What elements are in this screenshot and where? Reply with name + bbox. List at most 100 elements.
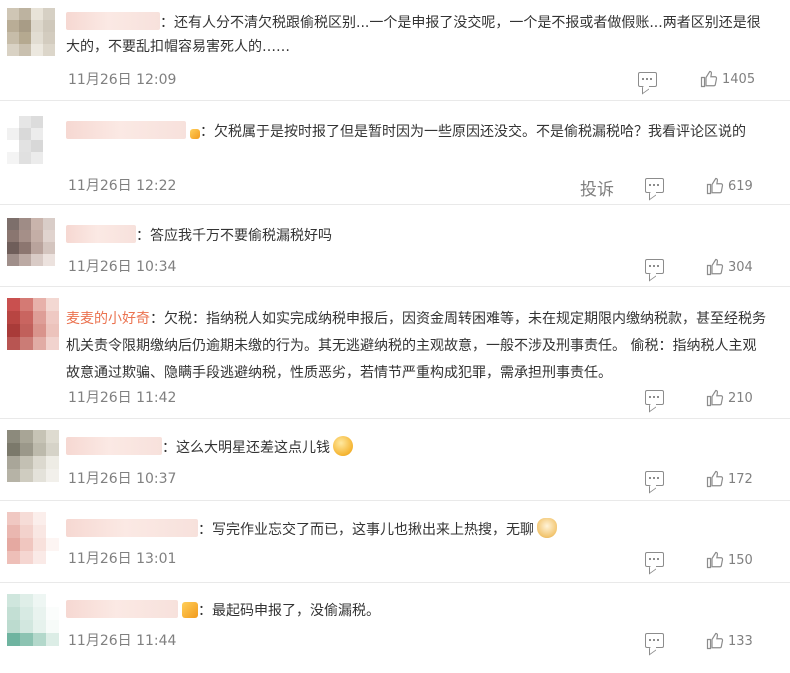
avatar[interactable] (7, 430, 59, 482)
avatar-mosaic-cell (7, 242, 19, 254)
thumbs-up-icon (706, 470, 724, 488)
comment-date: 11月26日 11:42 (68, 390, 177, 406)
like-button[interactable]: 172 (706, 470, 753, 488)
avatar-mosaic-cell (31, 8, 43, 20)
avatar-mosaic-cell (7, 32, 19, 44)
like-button[interactable]: 210 (706, 389, 753, 407)
like-count: 304 (728, 259, 753, 275)
avatar-mosaic-cell (7, 218, 19, 230)
reply-icon[interactable] (645, 390, 664, 405)
reply-icon[interactable] (645, 633, 664, 648)
username-blurred[interactable] (66, 519, 198, 537)
fan-badge-icon (190, 129, 200, 139)
username[interactable]: 麦麦的小好奇 (66, 311, 150, 327)
avatar-mosaic-cell (43, 254, 55, 266)
avatar[interactable] (7, 298, 59, 350)
like-button[interactable]: 133 (706, 632, 753, 650)
like-button[interactable]: 304 (706, 258, 753, 276)
avatar-mosaic-cell (46, 538, 59, 551)
avatar[interactable] (7, 512, 59, 564)
avatar-mosaic-cell (20, 620, 33, 633)
comment-text: ：欠税：指纳税人如实完成纳税申报后，因资金周转困难等，未在规定期限内缴纳税款，甚… (66, 311, 766, 381)
comment-body: ：最起码申报了，没偷漏税。 (66, 599, 770, 623)
like-button[interactable]: 619 (706, 177, 753, 195)
avatar-mosaic-cell (33, 456, 46, 469)
avatar-mosaic-cell (20, 525, 33, 538)
like-count: 210 (728, 390, 753, 406)
avatar-mosaic-cell (7, 8, 19, 20)
comment-date: 11月26日 12:22 (68, 178, 177, 194)
avatar-mosaic-cell (7, 152, 19, 164)
avatar-mosaic-cell (20, 551, 33, 564)
like-button[interactable]: 1405 (700, 70, 755, 88)
avatar-mosaic-cell (19, 140, 31, 152)
fan-badge-icon (182, 602, 198, 618)
comment-body: ：欠税属于是按时报了但是暂时因为一些原因还没交。不是偷税漏税哈？我看评论区说的 (66, 120, 770, 144)
thumbs-up-icon (706, 632, 724, 650)
thumbs-up-icon (706, 389, 724, 407)
avatar-mosaic-cell (33, 443, 46, 456)
avatar[interactable] (7, 116, 55, 164)
comment-date: 11月26日 10:37 (68, 471, 177, 487)
avatar[interactable] (7, 218, 55, 266)
avatar-mosaic-cell (46, 311, 59, 324)
reply-icon[interactable] (645, 178, 664, 193)
avatar-mosaic-cell (31, 230, 43, 242)
comment-text: ：这么大明星还差这点儿钱 (162, 440, 330, 456)
avatar-mosaic-cell (20, 469, 33, 482)
avatar-mosaic-cell (46, 512, 59, 525)
avatar-mosaic-cell (31, 140, 43, 152)
reply-icon[interactable] (645, 259, 664, 274)
comment-text: ：欠税属于是按时报了但是暂时因为一些原因还没交。不是偷税漏税哈？我看评论区说的 (200, 124, 746, 140)
avatar-mosaic-cell (19, 242, 31, 254)
avatar-mosaic-cell (46, 551, 59, 564)
comment-item: ：答应我千万不要偷税漏税好吗 11月26日 10:34 304 (0, 204, 790, 287)
doge-emoji-icon (537, 518, 557, 538)
username-blurred[interactable] (66, 121, 186, 139)
avatar-mosaic-cell (46, 525, 59, 538)
comment-date: 11月26日 11:44 (68, 633, 177, 649)
comment-item: ：最起码申报了，没偷漏税。 11月26日 11:44 133 (0, 582, 790, 673)
reply-icon[interactable] (645, 471, 664, 486)
username-blurred[interactable] (66, 600, 178, 618)
reply-icon[interactable] (638, 72, 657, 87)
comment-date: 11月26日 12:09 (68, 72, 177, 88)
avatar-mosaic-cell (33, 469, 46, 482)
avatar[interactable] (7, 594, 59, 646)
comment-text: ：答应我千万不要偷税漏税好吗 (136, 228, 332, 244)
reply-icon[interactable] (645, 552, 664, 567)
thumbs-up-icon (706, 551, 724, 569)
avatar-mosaic-cell (33, 324, 46, 337)
avatar-mosaic-cell (31, 128, 43, 140)
report-button[interactable]: 投诉 (580, 175, 614, 200)
username-blurred[interactable] (66, 437, 162, 455)
avatar-mosaic-cell (33, 311, 46, 324)
avatar-mosaic-cell (43, 218, 55, 230)
avatar[interactable] (7, 8, 55, 56)
avatar-mosaic-cell (7, 538, 20, 551)
comment-body: ：答应我千万不要偷税漏税好吗 (66, 224, 770, 248)
comment-text: ：写完作业忘交了而已，这事儿也揪出来上热搜，无聊 (198, 522, 534, 538)
avatar-mosaic-cell (7, 633, 20, 646)
like-count: 172 (728, 471, 753, 487)
avatar-mosaic-cell (31, 218, 43, 230)
avatar-mosaic-cell (19, 116, 31, 128)
like-button[interactable]: 150 (706, 551, 753, 569)
avatar-mosaic-cell (43, 140, 55, 152)
avatar-mosaic-cell (33, 430, 46, 443)
avatar-mosaic-cell (7, 298, 20, 311)
avatar-mosaic-cell (20, 633, 33, 646)
comment-item: ：写完作业忘交了而已，这事儿也揪出来上热搜，无聊 11月26日 13:01 15… (0, 500, 790, 583)
avatar-mosaic-cell (33, 525, 46, 538)
comment-body: ：还有人分不清欠税跟偷税区别...一个是申报了没交呢，一个是不报或者做假账...… (66, 11, 770, 59)
avatar-mosaic-cell (19, 254, 31, 266)
comment-text: ：还有人分不清欠税跟偷税区别...一个是申报了没交呢，一个是不报或者做假账...… (66, 15, 761, 55)
username-blurred[interactable] (66, 12, 160, 30)
avatar-mosaic-cell (46, 594, 59, 607)
username-blurred[interactable] (66, 225, 136, 243)
avatar-mosaic-cell (46, 456, 59, 469)
smirk-emoji-icon (333, 436, 353, 456)
avatar-mosaic-cell (43, 8, 55, 20)
avatar-mosaic-cell (7, 44, 19, 56)
avatar-mosaic-cell (33, 620, 46, 633)
